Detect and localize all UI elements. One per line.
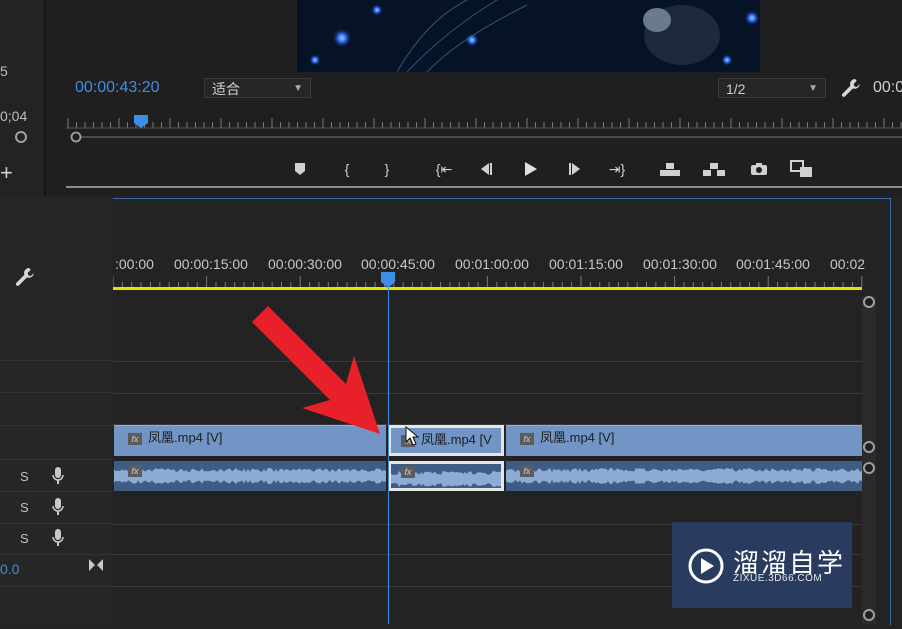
- timeline-settings-icon[interactable]: [14, 266, 36, 288]
- monitor-time-ruler[interactable]: [66, 115, 902, 129]
- timeline-playhead-handle[interactable]: [381, 272, 395, 288]
- wrench-icon[interactable]: [840, 77, 862, 99]
- chevron-down-icon: ▼: [293, 83, 303, 94]
- fx-badge-icon: fx: [401, 466, 415, 478]
- ruler-label: 00:01:15:00: [549, 256, 623, 272]
- go-to-out-icon[interactable]: ⇥}: [604, 156, 630, 182]
- microphone-icon[interactable]: [52, 467, 64, 485]
- source-panel-edge: 5 0;04 +: [0, 0, 46, 196]
- audio-clip[interactable]: fx: [114, 461, 386, 491]
- ruler-label: 00:00:45:00: [361, 256, 435, 272]
- solo-button-a3[interactable]: S: [20, 531, 29, 546]
- add-marker-icon[interactable]: [287, 156, 313, 182]
- timeline-ruler[interactable]: :00:00 00:00:15:00 00:00:30:00 00:00:45:…: [113, 252, 866, 292]
- timeline-vertical-scrollbar[interactable]: [862, 296, 876, 624]
- solo-button-a2[interactable]: S: [20, 500, 29, 515]
- mark-out-icon[interactable]: }: [374, 156, 400, 182]
- playhead-timecode[interactable]: 00:00:43:20: [75, 79, 160, 97]
- ruler-label: 00:00:15:00: [174, 256, 248, 272]
- clip-label: 凤凰.mp4 [V]: [148, 430, 223, 445]
- fx-badge-icon: fx: [128, 432, 142, 445]
- clip-label: 凤凰.mp4 [V: [421, 432, 492, 447]
- fx-badge-icon: fx: [128, 465, 142, 477]
- ruler-label: 00:01:00:00: [455, 256, 529, 272]
- fit-zoom-value: 适合: [212, 81, 240, 97]
- extract-icon[interactable]: [701, 156, 727, 182]
- duration-timecode: 00:0: [873, 79, 902, 96]
- ruler-label: :00:00: [115, 256, 154, 272]
- clip-label: 凤凰.mp4 [V]: [540, 430, 615, 445]
- left-timecode: 0;04: [0, 108, 28, 124]
- master-track-toggle-icon[interactable]: [88, 558, 104, 572]
- go-to-in-icon[interactable]: {⇤: [431, 156, 457, 182]
- ruler-label: 00:01:45:00: [736, 256, 810, 272]
- solo-button-a1[interactable]: S: [20, 469, 29, 484]
- left-value: 5: [0, 63, 8, 79]
- chevron-down-icon: ▼: [808, 83, 818, 94]
- playback-resolution-select[interactable]: 1/2 ▼: [718, 78, 826, 98]
- ruler-label: 00:00:30:00: [268, 256, 342, 272]
- work-area-bar[interactable]: [113, 287, 862, 290]
- step-forward-icon[interactable]: [562, 156, 588, 182]
- red-arrow-icon: [252, 306, 380, 434]
- microphone-icon[interactable]: [52, 498, 64, 516]
- fx-badge-icon: fx: [520, 432, 534, 445]
- fit-zoom-select[interactable]: 适合 ▼: [204, 78, 311, 98]
- play-icon[interactable]: [517, 156, 543, 182]
- timeline-playhead-line[interactable]: [388, 282, 389, 624]
- mouse-cursor-icon: [405, 426, 419, 446]
- microphone-icon[interactable]: [52, 529, 64, 547]
- scroll-handle-icon[interactable]: [14, 130, 28, 144]
- fx-badge-icon: fx: [520, 465, 534, 477]
- mark-in-icon[interactable]: {: [334, 156, 360, 182]
- master-volume-value[interactable]: 0.0: [0, 561, 19, 577]
- watermark-url: ZIXUE.3D66.COM: [733, 573, 823, 584]
- audio-clip[interactable]: fx: [506, 461, 862, 491]
- lift-icon[interactable]: [657, 156, 683, 182]
- play-logo-icon: [688, 548, 724, 584]
- monitor-zoom-scrollbar[interactable]: [66, 131, 902, 143]
- camera-icon[interactable]: [746, 156, 772, 182]
- add-icon[interactable]: +: [0, 160, 13, 186]
- resolution-value: 1/2: [726, 81, 746, 97]
- audio-clip-selected[interactable]: fx: [388, 461, 504, 491]
- program-video-frame: [297, 0, 760, 72]
- ruler-label: 00:02: [830, 256, 866, 272]
- video-clip[interactable]: fx 凤凰.mp4 [V]: [506, 425, 862, 456]
- comparison-view-icon[interactable]: [789, 156, 815, 182]
- ruler-label: 00:01:30:00: [643, 256, 717, 272]
- step-back-icon[interactable]: [473, 156, 499, 182]
